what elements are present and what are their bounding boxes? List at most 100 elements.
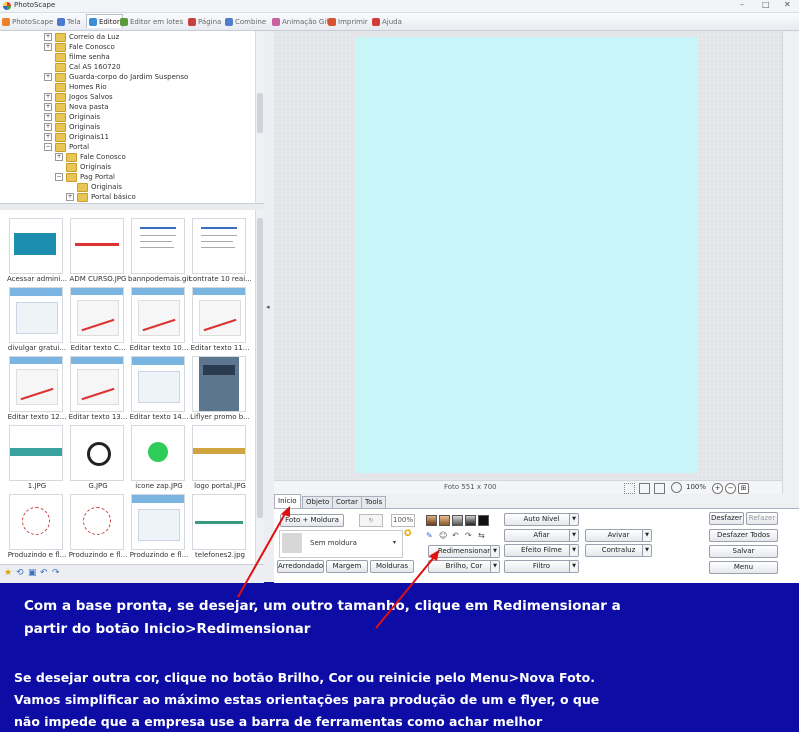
tree-item[interactable]: + Correio da Luz [44,32,119,42]
close-button[interactable]: ✕ [784,0,791,9]
thumbnail-item[interactable]: telefones2.jpg [189,494,246,564]
tree-expander-icon[interactable]: + [44,123,52,131]
tree-item[interactable]: + Guarda-corpo do Jardim Suspenso [44,72,188,82]
tab-help[interactable]: Ajuda [372,15,402,28]
tree-expander-icon[interactable]: − [44,143,52,151]
thumbnail-item[interactable]: Editar texto 12... [6,356,66,426]
thumbnail-item[interactable]: Editar texto 10... [128,287,188,357]
thumbnail-item[interactable]: ADM CURSO.JPG [67,218,126,288]
tree-expander-icon[interactable]: + [55,153,63,161]
minimize-button[interactable]: – [740,0,744,9]
tree-expander-icon[interactable]: + [44,73,52,81]
rotate-icon[interactable]: ⟲ [16,568,24,578]
tree-item[interactable]: Originais [66,182,122,192]
zoom-out-icon[interactable]: − [725,483,736,494]
thumbnail-grid[interactable]: Acessar admini... ADM CURSO.JPG bannpodema… [0,210,265,564]
thumbnail-item[interactable]: Acessar admini... [6,218,67,288]
collapse-arrow-icon[interactable]: ◂ [266,303,270,311]
thumbnail-item[interactable]: Editar texto C... [67,287,125,357]
tree-expander-icon[interactable]: + [66,193,74,201]
tab-viewer[interactable]: Tela [57,15,81,28]
tree-item[interactable]: − Pag Portal [55,172,115,182]
tree-item[interactable]: + Fale Conosco [55,152,126,162]
backlight-button[interactable]: Contraluz ▼ [585,544,652,557]
tab-combine[interactable]: Combine [225,15,266,28]
redo-button[interactable]: Refazer [746,512,778,525]
thumbnail-item[interactable]: Produzindo e fl... [67,494,127,564]
effect-rotate-left-icon[interactable]: ↶ [452,531,459,540]
thumbnail-item[interactable]: contrate 10 reai... [189,218,251,288]
restore-button[interactable]: □ [762,0,770,9]
tree-item[interactable]: + Fale Conosco [44,42,115,52]
tab-print[interactable]: Imprimir [328,15,368,28]
tree-scroll-thumb[interactable] [257,93,263,133]
tree-item[interactable]: + Jogos Salvos [44,92,113,102]
magnifier-icon[interactable] [671,482,682,493]
percent-input[interactable]: 100% [391,514,415,527]
tab-photoscape[interactable]: PhotoScape [2,15,53,28]
thumbnail-item[interactable]: bannpodemais.gif [128,218,190,288]
tab-objeto[interactable]: Objeto [302,496,334,508]
folder-tree[interactable]: + Correio da Luz + Fale Conosco filme senha C… [0,31,265,203]
tab-tools[interactable]: Tools [361,496,387,508]
tree-item[interactable]: Cal AS 160720 [44,62,121,72]
tree-item[interactable]: + Originais [44,112,100,122]
thumbnail-item[interactable]: icone zap.JPG [128,425,185,495]
margin-button[interactable]: Margem [326,560,368,573]
tree-item[interactable]: + Portal básico [66,192,136,202]
photo-frame-button[interactable]: Foto + Moldura [280,514,344,527]
tab-gif[interactable]: Animação Gif [272,15,329,28]
tree-expander-icon[interactable]: + [44,43,52,51]
thumbs-scrollbar[interactable] [255,210,264,564]
rotate-dial[interactable]: ↻ [359,514,383,527]
undo-all-button[interactable]: Desfazer Todos [709,529,778,542]
thumbnail-item[interactable]: Editar texto 13... [67,356,127,426]
swatch-dark-icon[interactable] [465,515,476,526]
tree-expander-icon[interactable]: + [44,103,52,111]
tab-page[interactable]: Página [188,15,221,28]
undo-button[interactable]: Desfazer [709,512,744,525]
effect-wand-icon[interactable]: ✎ [426,531,433,540]
thumbnail-item[interactable]: Produzindo e fl... [128,494,188,564]
effect-flip-icon[interactable]: ⇆ [478,531,485,540]
tree-item[interactable]: Homes Rio [44,82,107,92]
effect-rotate-right-icon[interactable]: ↷ [465,531,472,540]
zoom-in-icon[interactable]: + [712,483,723,494]
jpg-icon[interactable]: ▣ [28,568,37,578]
sharpen-button[interactable]: Afiar ▼ [504,529,579,542]
filter-button[interactable]: Filtro ▼ [504,560,579,573]
thumbnail-item[interactable]: Editar texto 11... [189,287,249,357]
effect-smile-icon[interactable]: ☺ [439,531,447,540]
thumbs-scroll-thumb[interactable] [257,218,263,518]
tab-editor[interactable]: Editor [86,14,123,28]
soften-button[interactable]: Avivar ▼ [585,529,652,542]
tree-item[interactable]: − Portal [44,142,89,152]
tab-inicio[interactable]: Início [274,494,301,508]
star-icon[interactable]: ★ [4,568,12,578]
redo-icon[interactable]: ↷ [52,568,60,578]
menu-button[interactable]: Menu [709,561,778,574]
resize-button[interactable]: Redimensionar ▼ [428,545,500,558]
thumbnail-item[interactable]: Editar texto 14... [128,356,188,426]
swatch-gray-icon[interactable] [452,515,463,526]
frames-button[interactable]: Molduras [370,560,414,573]
tree-item[interactable]: + Originais [44,122,100,132]
fit-icon[interactable] [624,483,635,494]
thumbnail-item[interactable]: 1.JPG [6,425,63,495]
tree-item[interactable]: + Nova pasta [44,102,109,112]
swatch-black-icon[interactable] [478,515,489,526]
swatch-brown-icon[interactable] [426,515,437,526]
brightness-color-button[interactable]: Brilho, Cor ▼ [428,560,500,573]
tree-item[interactable]: + Originais11 [44,132,109,142]
thumbnail-item[interactable]: G.JPG [67,425,124,495]
thumbnail-item[interactable]: divulgar gratui... [6,287,66,357]
star-favorite-icon[interactable]: ✪ [404,529,412,539]
zoom-region-icon[interactable] [639,483,650,494]
tree-expander-icon[interactable]: + [44,93,52,101]
thumbnail-item[interactable]: Liflyer promo b... [189,356,250,426]
tree-item[interactable]: filme senha [44,52,110,62]
save-button[interactable]: Salvar [709,545,778,558]
tree-expander-icon[interactable]: + [44,33,52,41]
photo-canvas[interactable] [355,37,698,473]
film-effect-button[interactable]: Efeito Filme ▼ [504,544,579,557]
